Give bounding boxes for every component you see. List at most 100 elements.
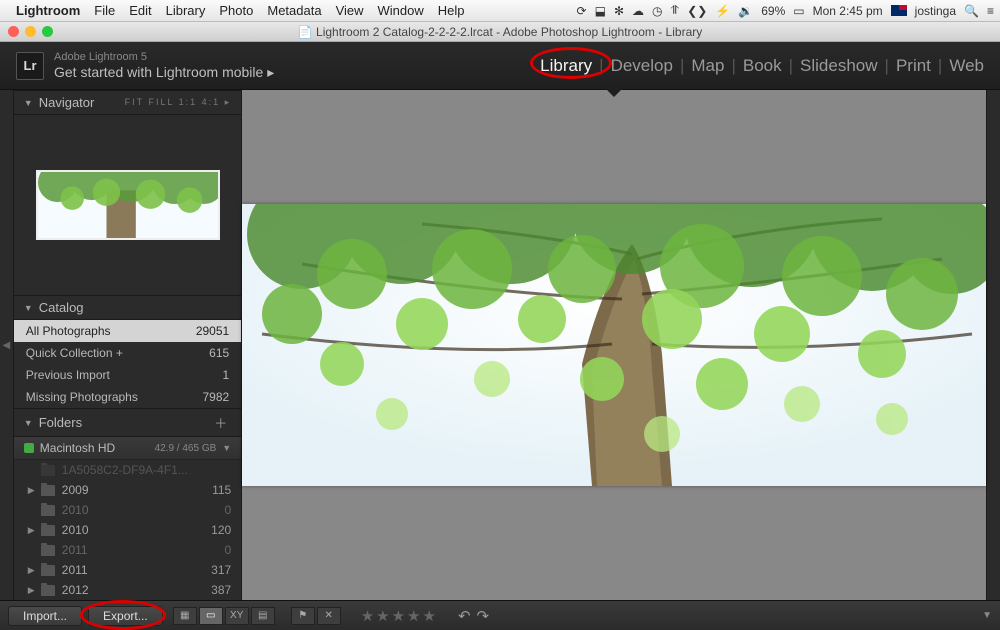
- timemachine-icon[interactable]: ◷: [652, 4, 662, 18]
- catalog-all-photographs[interactable]: All Photographs29051: [14, 320, 241, 342]
- folder-label: 2012: [62, 583, 89, 597]
- disclosure-arrow-icon: ▶: [28, 525, 38, 536]
- compare-view-button[interactable]: XY: [225, 607, 249, 625]
- rating-stars[interactable]: ★★★★★: [361, 607, 438, 625]
- battery-percent[interactable]: 69%: [761, 4, 785, 18]
- mac-menubar: Lightroom File Edit Library Photo Metada…: [0, 0, 1000, 22]
- navigator-zoom-options[interactable]: FIT FILL 1:1 4:1 ▸: [125, 97, 232, 108]
- lightroom-app: Lr Adobe Lightroom 5 Get started with Li…: [0, 42, 1000, 630]
- window-titlebar: 📄 Lightroom 2 Catalog-2-2-2-2.lrcat - Ad…: [0, 22, 1000, 42]
- flag-pick-button[interactable]: ⚑: [291, 607, 315, 625]
- close-window-button[interactable]: [8, 26, 19, 37]
- spotlight-icon[interactable]: 🔍: [964, 4, 979, 18]
- survey-view-button[interactable]: ▤: [251, 607, 275, 625]
- rotate-right-button[interactable]: ↷: [477, 607, 490, 625]
- dropbox-icon[interactable]: ⬓: [595, 4, 606, 18]
- folder-row[interactable]: 1A5058C2-DF9A-4F1...: [14, 460, 241, 480]
- folders-title: Folders: [39, 415, 82, 430]
- export-button[interactable]: Export...: [88, 606, 163, 626]
- flag-tools: ⚑ ✕: [291, 607, 341, 625]
- import-button[interactable]: Import...: [8, 606, 82, 626]
- flag-reject-button[interactable]: ✕: [317, 607, 341, 625]
- menubar-item[interactable]: Help: [438, 3, 465, 18]
- module-web[interactable]: Web: [949, 56, 984, 76]
- disclosure-triangle-icon: ▼: [24, 98, 33, 108]
- battery-icon[interactable]: ▭: [793, 4, 804, 18]
- module-slideshow[interactable]: Slideshow: [800, 56, 878, 76]
- module-map[interactable]: Map: [691, 56, 724, 76]
- folder-count: 0: [225, 543, 232, 557]
- zoom-window-button[interactable]: [42, 26, 53, 37]
- window-controls: [0, 26, 60, 37]
- folder-label: 1A5058C2-DF9A-4F1...: [62, 463, 188, 477]
- folder-label: 2010: [62, 523, 89, 537]
- main-preview-area[interactable]: [242, 90, 986, 600]
- folder-icon: [41, 545, 55, 556]
- module-develop[interactable]: Develop: [611, 56, 673, 76]
- navigator-preview[interactable]: [14, 115, 241, 295]
- folders-header[interactable]: ▼ Folders ＋: [14, 408, 241, 437]
- folder-count: 317: [211, 563, 231, 577]
- menubar-item[interactable]: Library: [166, 3, 206, 18]
- menubar-item[interactable]: View: [336, 3, 364, 18]
- loupe-view-button[interactable]: ▭: [199, 607, 223, 625]
- navigator-header[interactable]: ▼ Navigator FIT FILL 1:1 4:1 ▸: [14, 90, 241, 115]
- catalog-header[interactable]: ▼ Catalog: [14, 295, 241, 320]
- lightroom-logo-icon: Lr: [16, 52, 44, 80]
- menubar-item[interactable]: Edit: [129, 3, 151, 18]
- folder-label: 2009: [62, 483, 89, 497]
- folder-icon: [41, 465, 55, 476]
- folder-count: 115: [212, 483, 231, 497]
- minimize-window-button[interactable]: [25, 26, 36, 37]
- sync-icon[interactable]: ⟳: [577, 4, 587, 18]
- left-panel-collapse[interactable]: ◀: [0, 90, 14, 600]
- folder-row[interactable]: 20100: [14, 500, 241, 520]
- module-book[interactable]: Book: [743, 56, 782, 76]
- disclosure-triangle-icon: ▼: [24, 418, 33, 428]
- menubar-app[interactable]: Lightroom: [16, 3, 80, 18]
- folder-label: 2011: [62, 563, 88, 577]
- folder-label: 2010: [62, 503, 89, 517]
- folder-row[interactable]: ▶2012387: [14, 580, 241, 600]
- folder-row[interactable]: ▶ 2010 120: [14, 520, 241, 540]
- folder-count: 120: [211, 523, 231, 537]
- wifi-icon[interactable]: ⥣: [670, 3, 679, 18]
- username[interactable]: jostinga: [915, 4, 956, 18]
- display-icon[interactable]: ⚡: [715, 4, 730, 18]
- folder-icon: [41, 525, 55, 536]
- volume-row[interactable]: Macintosh HD 42.9 / 465 GB ▼: [14, 437, 241, 460]
- volume-icon[interactable]: 🔉: [738, 4, 753, 18]
- grid-view-button[interactable]: ▦: [173, 607, 197, 625]
- menubar-item[interactable]: Window: [378, 3, 424, 18]
- window-title: 📄 Lightroom 2 Catalog-2-2-2-2.lrcat - Ad…: [60, 25, 1000, 39]
- code-icon[interactable]: ❮❯: [687, 4, 707, 18]
- folder-icon: [41, 485, 55, 496]
- chevron-down-icon: ▼: [222, 443, 231, 453]
- left-panel: ▼ Navigator FIT FILL 1:1 4:1 ▸: [14, 90, 242, 600]
- menubar-status: ⟳ ⬓ ✻ ☁ ◷ ⥣ ❮❯ ⚡ 🔉 69% ▭ Mon 2:45 pm jos…: [577, 3, 994, 18]
- folders-list: Macintosh HD 42.9 / 465 GB ▼ 1A5058C2-DF…: [14, 437, 241, 600]
- module-print[interactable]: Print: [896, 56, 931, 76]
- clock[interactable]: Mon 2:45 pm: [813, 4, 883, 18]
- menubar-item[interactable]: Photo: [219, 3, 253, 18]
- folder-row[interactable]: ▶2009115: [14, 480, 241, 500]
- top-panel-collapse-icon[interactable]: [606, 89, 622, 97]
- notifications-icon[interactable]: ≡: [987, 4, 994, 18]
- navigator-thumbnail: [36, 170, 220, 240]
- identity-plate[interactable]: Adobe Lightroom 5 Get started with Light…: [54, 51, 274, 81]
- right-panel-collapse[interactable]: [986, 90, 1000, 600]
- flag-icon[interactable]: [891, 5, 907, 16]
- folder-row[interactable]: ▶2011317: [14, 560, 241, 580]
- folder-row[interactable]: 20110: [14, 540, 241, 560]
- catalog-missing-photographs[interactable]: Missing Photographs7982: [14, 386, 241, 408]
- catalog-quick-collection[interactable]: Quick Collection +615: [14, 342, 241, 364]
- module-library[interactable]: Library: [540, 56, 592, 75]
- bluetooth-icon[interactable]: ✻: [614, 4, 624, 18]
- cloud-icon[interactable]: ☁: [632, 4, 644, 18]
- rotate-left-button[interactable]: ↶: [458, 607, 471, 625]
- menubar-item[interactable]: File: [94, 3, 115, 18]
- toolbar-options-button[interactable]: ▼: [982, 610, 992, 621]
- add-folder-button[interactable]: ＋: [210, 413, 231, 432]
- catalog-previous-import[interactable]: Previous Import1: [14, 364, 241, 386]
- menubar-item[interactable]: Metadata: [267, 3, 321, 18]
